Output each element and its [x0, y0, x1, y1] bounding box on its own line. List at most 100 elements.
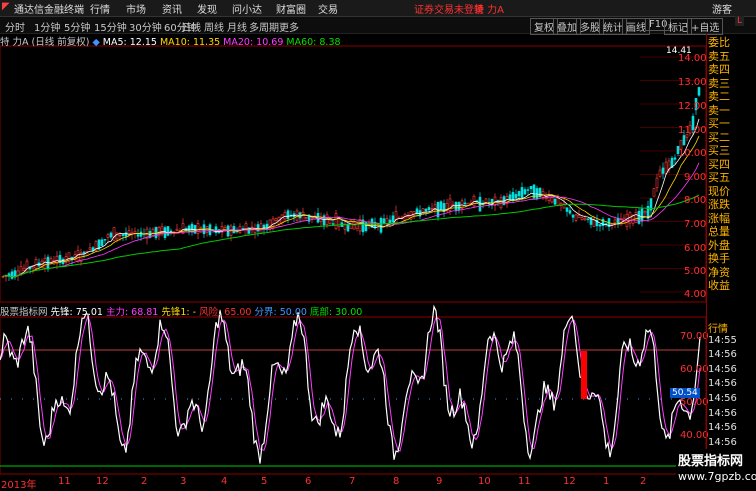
- candle-body: [574, 214, 578, 221]
- date-tick: 11: [518, 476, 531, 487]
- date-tick: 1: [603, 476, 610, 487]
- date-tick: 12: [563, 476, 576, 487]
- candle-body: [34, 259, 38, 269]
- candle-body: [286, 210, 290, 220]
- risk-label: 风险: 65.00: [199, 307, 252, 318]
- ma-info-line: 特 力A (日线 前复权) ◆ MA5: 12.15 MA10: 11.35 MA20:…: [0, 34, 344, 48]
- candle-body: [382, 218, 386, 224]
- candle-body: [541, 191, 545, 198]
- candle-body: [499, 197, 503, 209]
- candle-body: [391, 215, 395, 223]
- bottom-label: 底部: 30.00: [309, 307, 363, 318]
- watermark: 股票指标网 www.7gpzb.com: [676, 449, 756, 487]
- candle-body: [550, 197, 554, 203]
- price-tick: 13.00: [678, 77, 707, 88]
- candle-body: [424, 208, 428, 212]
- candle-body: [82, 251, 86, 254]
- candle-body: [640, 208, 644, 222]
- date-tick: 11: [58, 476, 71, 487]
- indicator-value-badge: 50.54: [670, 388, 700, 398]
- candle-body: [322, 215, 326, 226]
- price-tick: 5.00: [684, 266, 707, 277]
- candle-body: [652, 188, 656, 197]
- candle-body: [517, 191, 521, 197]
- kline-chart[interactable]: [0, 0, 756, 487]
- main-force-label: 主力: 68.81: [105, 307, 159, 318]
- candle-body: [682, 135, 686, 146]
- indicator-tick: 70.00: [680, 331, 709, 342]
- candle-body: [430, 208, 434, 210]
- candle-body: [406, 215, 410, 218]
- candle-body: [655, 177, 659, 189]
- ma20-label: MA20: 10.69: [223, 37, 284, 48]
- watermark-url: www.7gpzb.com: [678, 470, 756, 483]
- candle-body: [535, 188, 539, 199]
- candle-body: [316, 213, 320, 223]
- candle-body: [568, 210, 572, 214]
- candle-body: [283, 212, 287, 220]
- candle-body: [163, 227, 167, 238]
- ma10-line: [2, 135, 700, 278]
- side-panel-tick-time: 行情: [708, 324, 728, 335]
- pioneer-line: [0, 304, 701, 464]
- side-panel-divider: [706, 34, 707, 474]
- side-panel-tick-time: 14:56: [708, 422, 737, 434]
- price-tick: 12.00: [678, 101, 707, 112]
- date-tick: 8: [393, 476, 400, 487]
- candle-body: [121, 234, 125, 237]
- indicator-tick: 50.00: [680, 397, 709, 408]
- date-tick: 9: [436, 476, 443, 487]
- pioneer-label: 先锋: 75.01: [50, 307, 103, 318]
- side-panel-tick-time: 14:56: [708, 407, 737, 419]
- candle-body: [304, 216, 308, 219]
- side-l-icon[interactable]: L: [735, 16, 745, 26]
- candle-body: [325, 214, 329, 225]
- candle-body: [22, 267, 26, 271]
- candle-body: [196, 222, 200, 234]
- candle-body: [103, 239, 107, 241]
- ma60-label: MA60: 8.38: [286, 37, 341, 48]
- ma5-label: MA5: 12.15: [102, 37, 157, 48]
- candle-body: [43, 257, 47, 269]
- watermark-title: 股票指标网: [678, 454, 744, 469]
- candle-body: [514, 194, 518, 199]
- candle-body: [664, 161, 668, 174]
- price-tick: 11.00: [678, 125, 707, 136]
- boundary-label: 分界: 50.00: [254, 307, 307, 318]
- side-panel-tick-time: 14:56: [708, 378, 737, 390]
- candle-body: [439, 201, 443, 210]
- candle-body: [385, 218, 389, 224]
- candle-body: [154, 226, 158, 239]
- indicator-name: 股票指标网: [0, 307, 48, 318]
- date-tick: 7: [349, 476, 356, 487]
- date-tick: 6: [305, 476, 312, 487]
- price-tick: 9.00: [684, 172, 707, 183]
- side-panel-item: 收益: [708, 279, 730, 292]
- candle-body: [658, 169, 662, 177]
- candle-body: [166, 226, 170, 236]
- indicator-info-line: 股票指标网 先锋: 75.01 主力: 68.81 先锋1: - 风险: 65.00 分界…: [0, 304, 365, 318]
- date-tick: 2013年: [1, 480, 37, 491]
- candle-body: [583, 217, 587, 221]
- candle-body: [526, 189, 530, 191]
- candle-body: [457, 202, 461, 211]
- candle-body: [598, 224, 602, 227]
- stock-period-label: 特 力A (日线 前复权): [0, 37, 90, 48]
- ma10-label: MA10: 11.35: [159, 37, 221, 48]
- date-tick: 12: [96, 476, 109, 487]
- candle-body: [136, 234, 140, 237]
- date-tick: 3: [180, 476, 187, 487]
- candle-body: [139, 231, 143, 237]
- candle-body: [412, 211, 416, 216]
- candle-body: [427, 207, 431, 211]
- candle-body: [88, 247, 92, 250]
- date-tick: 2: [640, 476, 647, 487]
- price-tick: 7.00: [684, 219, 707, 230]
- candle-body: [106, 234, 110, 238]
- candle-body: [76, 250, 80, 262]
- price-tick: 8.00: [684, 195, 707, 206]
- side-panel-tick-time: 14:55: [708, 334, 737, 346]
- date-tick: 10: [478, 476, 491, 487]
- candle-body: [580, 217, 584, 221]
- candle-body: [16, 270, 20, 276]
